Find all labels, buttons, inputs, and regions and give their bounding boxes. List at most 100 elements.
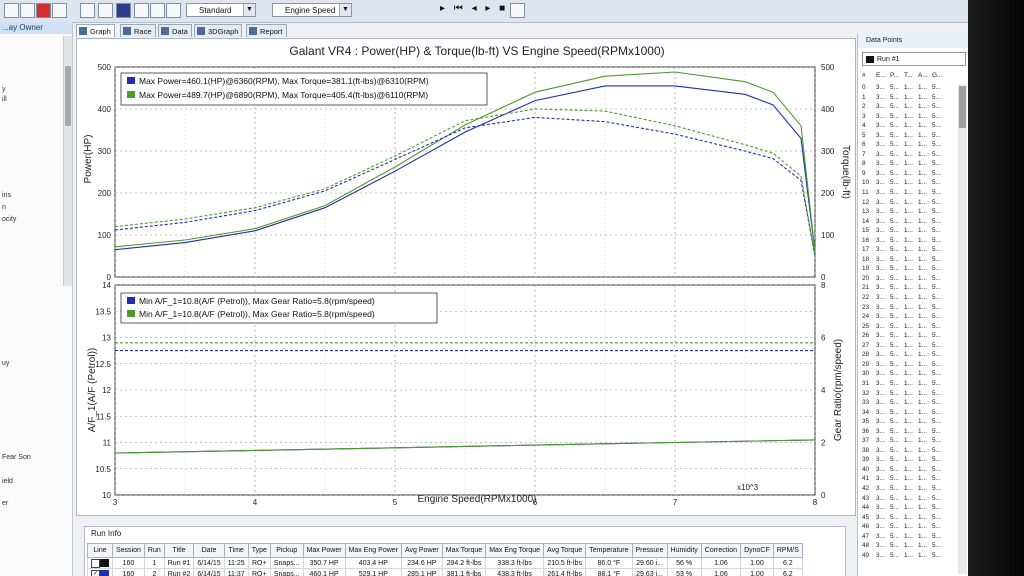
run-info-column-header[interactable]: Pickup (269, 543, 304, 558)
data-points-column-header[interactable]: # (862, 72, 866, 79)
data-points-scrollbar[interactable] (958, 84, 967, 574)
sigma-icon[interactable] (116, 3, 131, 18)
left-item[interactable]: ield (2, 478, 13, 485)
tab-data[interactable]: Data (158, 24, 192, 37)
chevron-down-icon[interactable]: ▼ (339, 4, 351, 16)
run-select[interactable]: Run #1 (862, 52, 966, 66)
data-point-row[interactable]: 1 3... 5... 1... 1... 5... (862, 94, 956, 104)
data-point-row[interactable]: 25 3... 5... 1... 1... 5... (862, 323, 956, 333)
data-point-row[interactable]: 23 3... 5... 1... 1... 5... (862, 304, 956, 314)
table-icon[interactable] (52, 3, 67, 18)
data-point-row[interactable]: 4 3... 5... 1... 1... 5... (862, 122, 956, 132)
data-point-row[interactable]: 22 3... 5... 1... 1... 5... (862, 294, 956, 304)
left-item[interactable]: Fear Son (2, 454, 31, 461)
run-info-row[interactable]: ✓ 160 2 Run #2 6/14/15 11:37 RO+ Snaps... 460.1 … (87, 568, 803, 576)
run-info-row[interactable]: 160 1 Run #1 6/14/15 11:25 RO+ Snaps... 350.7 H… (87, 557, 803, 569)
left-item[interactable]: er (2, 500, 8, 507)
data-point-row[interactable]: 24 3... 5... 1... 1... 5... (862, 313, 956, 323)
tab-race[interactable]: Race (120, 24, 156, 37)
left-item[interactable]: uy (2, 360, 9, 367)
run-info-column-header[interactable]: Type (247, 543, 271, 558)
zoom-icon[interactable] (98, 3, 113, 18)
data-point-row[interactable]: 31 3... 5... 1... 1... 5... (862, 380, 956, 390)
data-point-row[interactable]: 16 3... 5... 1... 1... 5... (862, 237, 956, 247)
data-point-row[interactable]: 2 3... 5... 1... 1... 5... (862, 103, 956, 113)
left-item[interactable]: ill (2, 96, 7, 103)
grid-icon[interactable] (4, 3, 19, 18)
data-point-row[interactable]: 40 3... 5... 1... 1... 5... (862, 466, 956, 476)
data-point-row[interactable]: 43 3... 5... 1... 1... 5... (862, 495, 956, 505)
data-points-column-header[interactable]: T... (904, 72, 913, 79)
run-info-column-header[interactable]: Time (223, 543, 249, 558)
data-point-row[interactable]: 13 3... 5... 1... 1... 5... (862, 208, 956, 218)
run-visible-checkbox[interactable] (91, 558, 100, 568)
run-info-column-header[interactable]: RPM/S (772, 543, 803, 558)
run-info-column-header[interactable]: Avg Torque (543, 543, 587, 558)
left-item[interactable]: ocity (2, 216, 16, 223)
list-icon[interactable] (20, 3, 35, 18)
data-point-row[interactable]: 14 3... 5... 1... 1... 5... (862, 218, 956, 228)
style-select[interactable]: Standard ▼ (186, 3, 256, 17)
run-visible-checkbox[interactable]: ✓ (91, 569, 100, 576)
run-color-swatch[interactable] (100, 570, 109, 576)
run-info-column-header[interactable]: Run (143, 543, 165, 558)
left-item[interactable]: n (2, 204, 6, 211)
layout-one-icon[interactable] (134, 3, 149, 18)
data-point-row[interactable]: 10 3... 5... 1... 1... 5... (862, 179, 956, 189)
run-info-column-header[interactable]: Date (193, 543, 225, 558)
data-point-row[interactable]: 41 3... 5... 1... 1... 5... (862, 475, 956, 485)
xaxis-select[interactable]: Engine Speed ▼ (272, 3, 352, 17)
data-point-row[interactable]: 48 3... 5... 1... 1... 5... (862, 542, 956, 552)
data-point-row[interactable]: 42 3... 5... 1... 1... 5... (862, 485, 956, 495)
playback-controls[interactable]: ▸ ⏮ ◂ ▸ ■ (440, 3, 508, 14)
data-point-row[interactable]: 3 3... 5... 1... 1... 5... (862, 113, 956, 123)
data-point-row[interactable]: 45 3... 5... 1... 1... 5... (862, 514, 956, 524)
run-info-column-header[interactable]: Max Eng Torque (485, 543, 545, 558)
data-point-row[interactable]: 46 3... 5... 1... 1... 5... (862, 523, 956, 533)
data-point-row[interactable]: 5 3... 5... 1... 1... 5... (862, 132, 956, 142)
run-info-column-header[interactable]: Title (163, 543, 195, 558)
chevron-down-icon[interactable]: ▼ (243, 4, 255, 16)
line-cell[interactable]: ✓ (87, 568, 113, 576)
layout-two-icon[interactable] (150, 3, 165, 18)
data-point-row[interactable]: 30 3... 5... 1... 1... 5... (862, 370, 956, 380)
data-point-row[interactable]: 44 3... 5... 1... 1... 5... (862, 504, 956, 514)
data-point-row[interactable]: 0 3... 5... 1... 1... 5... (862, 84, 956, 94)
run-info-column-header[interactable]: DynoCF (740, 543, 774, 558)
layout-three-icon[interactable] (166, 3, 181, 18)
run-info-column-header[interactable]: Avg Power (401, 543, 443, 558)
data-point-row[interactable]: 20 3... 5... 1... 1... 5... (862, 275, 956, 285)
data-point-row[interactable]: 26 3... 5... 1... 1... 5... (862, 332, 956, 342)
run-info-column-header[interactable]: Pressure (631, 543, 668, 558)
data-point-row[interactable]: 8 3... 5... 1... 1... 5... (862, 160, 956, 170)
data-point-row[interactable]: 11 3... 5... 1... 1... 5... (862, 189, 956, 199)
run-info-column-header[interactable]: Max Eng Power (344, 543, 403, 558)
tab-report[interactable]: Report (246, 24, 287, 37)
tab-graph[interactable]: Graph (76, 24, 115, 37)
export-icon[interactable] (510, 3, 525, 18)
data-point-row[interactable]: 49 3... 5... 1... 1... 5... (862, 552, 956, 562)
record-icon[interactable] (36, 3, 51, 18)
tab-3dgraph[interactable]: 3DGraph (194, 24, 243, 37)
data-point-row[interactable]: 35 3... 5... 1... 1... 5... (862, 418, 956, 428)
chart-icon[interactable] (80, 3, 95, 18)
data-point-row[interactable]: 39 3... 5... 1... 1... 5... (862, 456, 956, 466)
run-color-swatch[interactable] (100, 559, 109, 567)
data-point-row[interactable]: 9 3... 5... 1... 1... 5... (862, 170, 956, 180)
run-info-column-header[interactable]: Max Power (302, 543, 346, 558)
run-info-column-header[interactable]: Max Torque (441, 543, 487, 558)
data-point-row[interactable]: 28 3... 5... 1... 1... 5... (862, 351, 956, 361)
data-point-row[interactable]: 12 3... 5... 1... 1... 5... (862, 199, 956, 209)
dyno-chart[interactable]: Galant VR4 : Power(HP) & Torque(lb-ft) V… (77, 39, 855, 515)
data-point-row[interactable]: 37 3... 5... 1... 1... 5... (862, 437, 956, 447)
data-point-row[interactable]: 34 3... 5... 1... 1... 5... (862, 409, 956, 419)
data-point-row[interactable]: 32 3... 5... 1... 1... 5... (862, 390, 956, 400)
data-points-column-header[interactable]: P... (890, 72, 899, 79)
data-point-row[interactable]: 36 3... 5... 1... 1... 5... (862, 428, 956, 438)
line-cell[interactable] (87, 557, 113, 569)
data-point-row[interactable]: 17 3... 5... 1... 1... 5... (862, 246, 956, 256)
data-points-column-header[interactable]: A... (918, 72, 928, 79)
top-legend[interactable]: Max Power=460.1(HP)@6360(RPM), Max Torqu… (120, 72, 488, 106)
data-point-row[interactable]: 19 3... 5... 1... 1... 5... (862, 265, 956, 275)
run-info-column-header[interactable]: Temperature (585, 543, 633, 558)
